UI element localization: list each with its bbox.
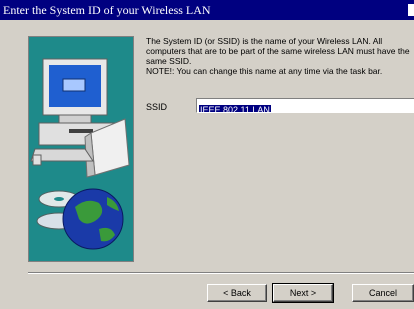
window-title: Enter the System ID of your Wireless LAN — [3, 3, 211, 17]
separator — [28, 272, 414, 274]
instructions-text: The System ID (or SSID) is the name of y… — [146, 36, 410, 76]
next-button-label: Next > — [289, 288, 317, 298]
wizard-dialog: Enter the System ID of your Wireless LAN — [0, 0, 414, 309]
computer-and-globe-icon — [30, 58, 130, 250]
back-button[interactable]: < Back — [207, 284, 267, 302]
ssid-label: SSID — [146, 102, 168, 112]
cancel-button-label: Cancel — [368, 288, 397, 298]
cancel-button[interactable]: Cancel — [352, 284, 414, 302]
left-margin — [0, 20, 28, 284]
ssid-input-value: IEEE 802.11 LAN — [199, 105, 271, 112]
back-button-label: < Back — [223, 288, 251, 298]
wizard-artwork — [28, 36, 134, 262]
title-bar-button[interactable] — [408, 4, 414, 16]
title-bar: Enter the System ID of your Wireless LAN — [0, 0, 414, 20]
ssid-input[interactable]: IEEE 802.11 LAN — [196, 98, 414, 113]
footer-strip — [0, 303, 414, 309]
next-button[interactable]: Next > — [272, 283, 334, 303]
